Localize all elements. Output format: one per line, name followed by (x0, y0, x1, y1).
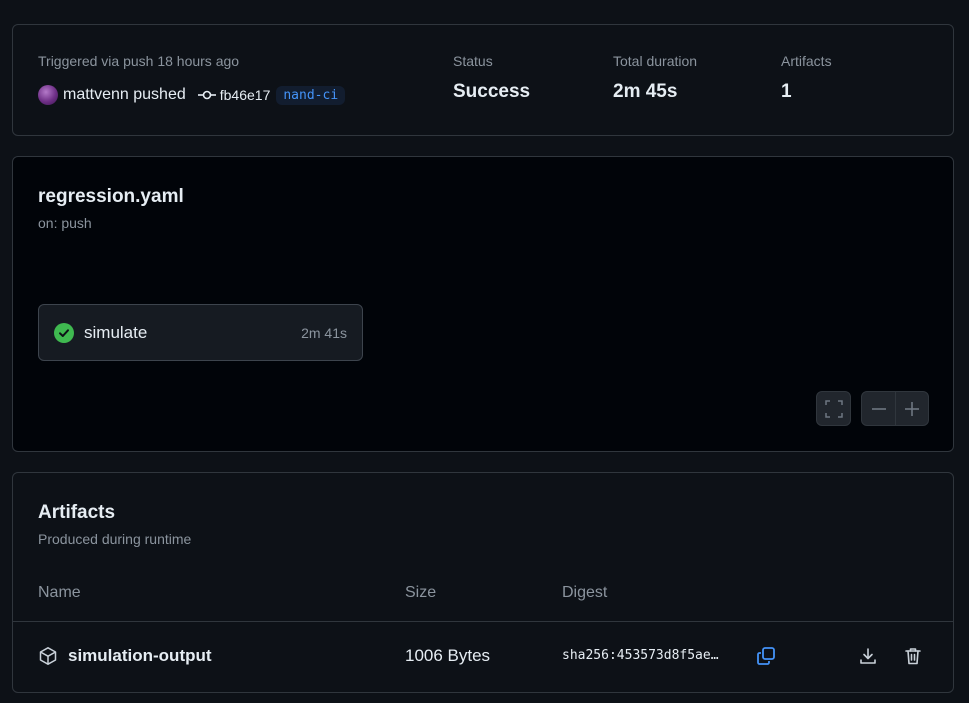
column-header-name: Name (38, 584, 81, 601)
push-info: mattvenn pushed fb46e17 nand-ci (38, 84, 346, 106)
duration-block: Total duration 2m 45s (613, 53, 697, 103)
status-block: Status Success (453, 53, 530, 103)
download-button[interactable] (856, 644, 880, 668)
job-name: simulate (84, 322, 148, 342)
column-header-size: Size (405, 584, 437, 601)
trash-icon (905, 648, 921, 665)
job-duration: 2m 41s (301, 324, 347, 341)
copy-icon (757, 647, 775, 665)
check-circle-icon (54, 322, 74, 343)
zoom-out-icon (871, 407, 886, 410)
commit-sha-link[interactable]: fb46e17 (220, 87, 271, 103)
package-icon (39, 647, 57, 665)
workflow-trigger: on: push (38, 215, 92, 231)
artifacts-title: Artifacts (38, 502, 116, 523)
fullscreen-icon (817, 392, 850, 425)
run-summary-card: Triggered via push 18 hours ago mattvenn… (12, 24, 954, 136)
table-row: simulation-output 1006 Bytes sha256:4535… (13, 622, 953, 692)
status-label: Status (453, 53, 493, 69)
artifacts-subtitle: Produced during runtime (38, 531, 192, 547)
copy-digest-button[interactable] (754, 644, 778, 668)
avatar[interactable] (38, 85, 58, 105)
commit-icon (197, 90, 216, 100)
artifact-name-link[interactable]: simulation-output (68, 646, 212, 666)
zoom-in-button[interactable] (895, 392, 928, 425)
zoom-in-icon (905, 401, 919, 416)
artifacts-count-label: Artifacts (781, 53, 832, 69)
delete-button[interactable] (901, 644, 925, 668)
artifacts-count-value[interactable]: 1 (781, 81, 832, 103)
trigger-label: Triggered via push 18 hours ago (38, 53, 240, 69)
duration-label: Total duration (613, 53, 698, 69)
artifacts-count-block: Artifacts 1 (781, 53, 832, 103)
branch-badge[interactable]: nand-ci (276, 85, 346, 105)
zoom-out-button[interactable] (862, 392, 895, 425)
artifact-digest: sha256:453573d8f5ae… (562, 648, 719, 663)
artifacts-card: Artifacts Produced during runtime Name S… (12, 472, 954, 693)
workflow-graph-card: regression.yaml on: push simulate 2m 41s (12, 156, 954, 452)
job-simulate[interactable]: simulate 2m 41s (38, 304, 363, 361)
fullscreen-button[interactable] (816, 391, 851, 426)
download-icon (860, 648, 876, 664)
status-value: Success (453, 81, 531, 102)
duration-value: 2m 45s (613, 81, 678, 102)
column-header-digest: Digest (562, 584, 608, 601)
zoom-controls (861, 391, 929, 426)
workflow-file-name[interactable]: regression.yaml (38, 186, 184, 208)
pusher-link[interactable]: mattvenn pushed (63, 86, 186, 104)
artifact-size: 1006 Bytes (405, 646, 491, 665)
